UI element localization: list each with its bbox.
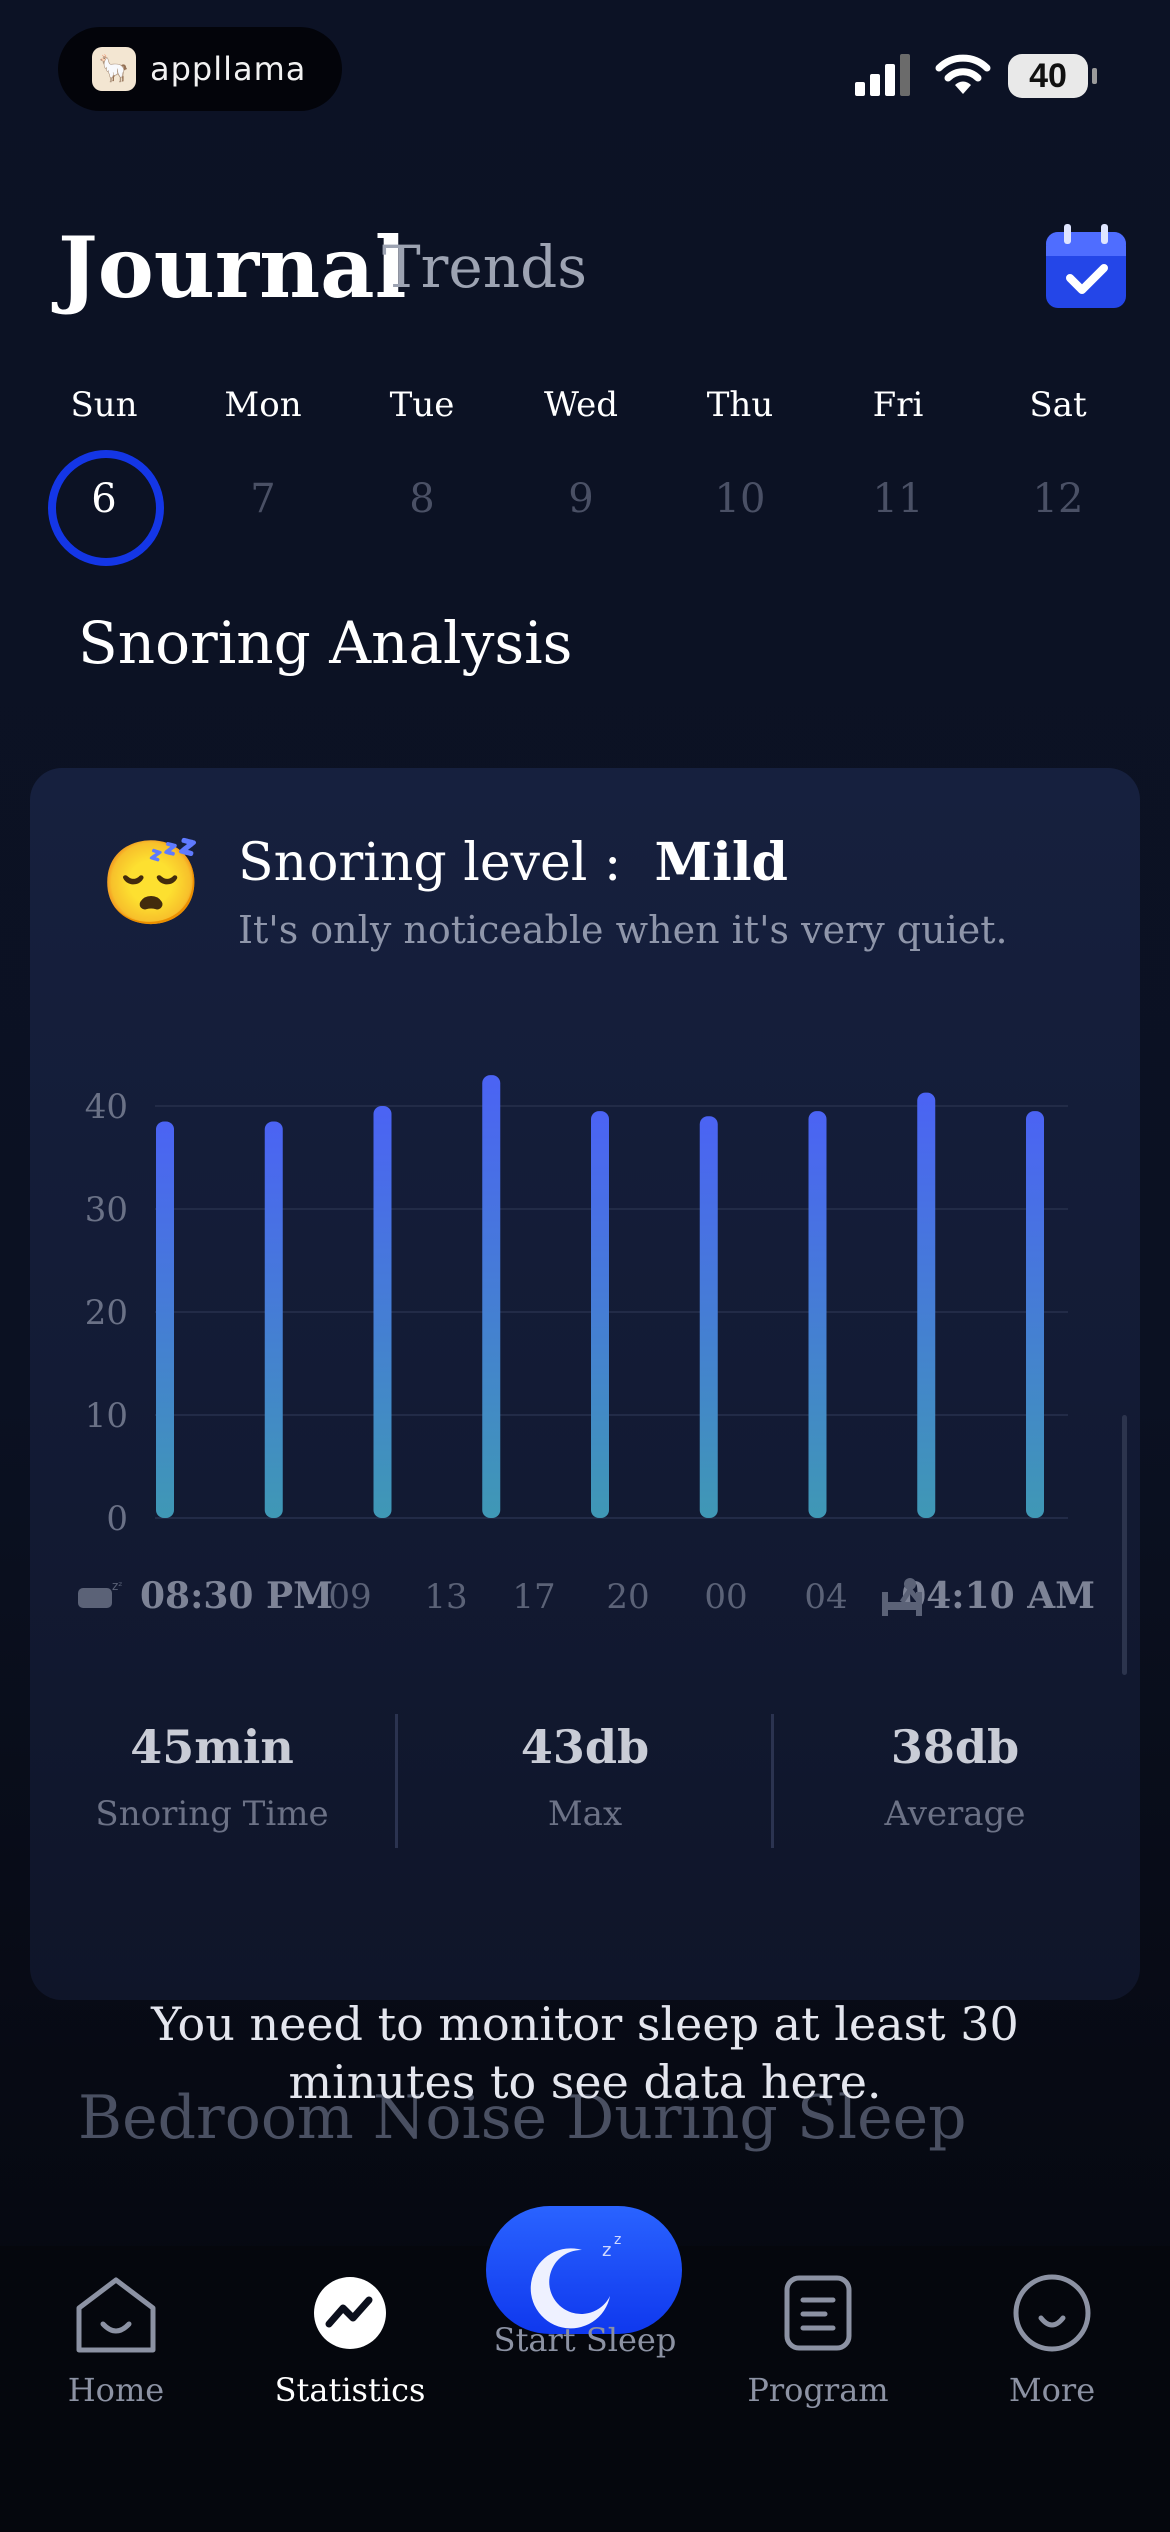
chart-bar xyxy=(264,1121,283,1518)
snoring-level: Snoring level : Mild xyxy=(238,828,788,898)
day-date: 8 xyxy=(409,476,435,522)
battery-nub xyxy=(1092,68,1097,84)
tab-label: More xyxy=(1008,2371,1096,2409)
day-date: 12 xyxy=(1032,476,1084,522)
day-sun[interactable]: Sun 6 xyxy=(44,380,164,524)
y-tick-label: 40 xyxy=(85,1087,128,1127)
stat-average: 38db Average xyxy=(785,1714,1125,1844)
tab-journal[interactable]: Journal xyxy=(58,218,407,318)
x-tick-label: 20 xyxy=(606,1577,649,1617)
day-thu[interactable]: Thu 10 xyxy=(680,380,800,524)
y-tick-label: 20 xyxy=(85,1293,128,1333)
snoring-description: It's only noticeable when it's very quie… xyxy=(238,908,1008,952)
snoring-level-value: Mild xyxy=(654,832,788,893)
app-badge: 🦙 appllama xyxy=(58,27,342,111)
y-tick-label: 30 xyxy=(85,1190,128,1230)
day-mon[interactable]: Mon 7 xyxy=(203,380,323,524)
day-tue[interactable]: Tue 8 xyxy=(362,380,482,524)
stat-value: 45min xyxy=(130,1720,294,1774)
day-label: Fri xyxy=(872,385,924,425)
scroll-indicator[interactable] xyxy=(1122,1415,1127,1675)
day-label: Mon xyxy=(224,385,302,425)
tab-label: Home xyxy=(67,2371,165,2409)
program-icon xyxy=(784,2275,852,2351)
x-tick-label: 13 xyxy=(424,1577,467,1617)
chart-bar xyxy=(917,1092,936,1518)
moon-icon: z z xyxy=(530,2232,621,2329)
stat-label: Snoring Time xyxy=(95,1794,329,1834)
y-tick-label: 0 xyxy=(106,1499,128,1539)
statistics-icon xyxy=(314,2277,386,2349)
stat-label: Max xyxy=(547,1794,623,1834)
snoring-level-label: Snoring level : xyxy=(238,833,622,893)
tab-trends[interactable]: Trends xyxy=(382,232,587,302)
stat-label: Average xyxy=(884,1794,1026,1834)
x-tick-label: 17 xyxy=(512,1577,555,1617)
day-label: Sat xyxy=(1029,385,1087,425)
calendar-check-icon[interactable] xyxy=(1044,222,1128,310)
x-tick-label: 04:10 AM xyxy=(901,1575,1095,1617)
day-fri[interactable]: Fri 11 xyxy=(838,380,958,524)
chart-bar xyxy=(808,1111,827,1518)
svg-text:z: z xyxy=(614,2232,621,2248)
start-sleep-button[interactable]: z z xyxy=(486,2206,682,2334)
day-date: 7 xyxy=(250,476,276,522)
home-icon xyxy=(76,2277,156,2353)
day-label: Wed xyxy=(543,385,619,425)
sleeping-face-icon: 😴 xyxy=(100,836,203,931)
bed-icon: zᶻ xyxy=(78,1579,123,1608)
y-tick-label: 10 xyxy=(85,1396,128,1436)
more-icon xyxy=(1013,2274,1091,2352)
stat-snoring-time: 45min Snoring Time xyxy=(42,1714,382,1844)
tab-program[interactable]: Program xyxy=(728,2268,908,2412)
chart-bar xyxy=(1026,1111,1044,1518)
x-tick-label: 00 xyxy=(704,1577,747,1617)
x-tick-label: 04 xyxy=(804,1577,847,1617)
snoring-chart: 0 10 20 30 40 08:30 PM09 13 17 20 00 04 04:10 AM z… xyxy=(78,1075,1095,1617)
section-title: Snoring Analysis xyxy=(78,609,573,677)
day-date: 11 xyxy=(872,476,924,522)
day-sat[interactable]: Sat 12 xyxy=(998,380,1118,524)
tab-statistics[interactable]: Statistics xyxy=(260,2268,440,2412)
svg-text:zᶻ: zᶻ xyxy=(112,1579,123,1593)
tab-more[interactable]: More xyxy=(962,2268,1142,2412)
tab-label: Program xyxy=(747,2371,889,2409)
tab-home[interactable]: Home xyxy=(26,2268,206,2412)
chart-bar xyxy=(373,1106,392,1518)
tab-label: Statistics xyxy=(274,2371,426,2409)
day-label: Sun xyxy=(70,385,138,425)
stat-divider xyxy=(395,1714,398,1848)
day-label: Tue xyxy=(389,385,455,425)
day-date: 10 xyxy=(714,476,766,522)
day-date: 9 xyxy=(568,476,594,522)
monitor-message: You need to monitor sleep at least 30 mi… xyxy=(151,1997,1019,2109)
chart-bar xyxy=(482,1075,501,1518)
chart-bar xyxy=(699,1116,718,1518)
wifi-icon xyxy=(935,54,991,94)
x-tick-label: 08:30 PM xyxy=(140,1575,333,1617)
stat-value: 43db xyxy=(520,1720,650,1774)
stat-divider xyxy=(771,1714,774,1848)
day-label: Thu xyxy=(706,385,774,425)
x-tick-label: 09 xyxy=(328,1577,371,1617)
start-sleep-label: Start Sleep xyxy=(493,2321,677,2359)
chart-bar xyxy=(591,1111,609,1518)
svg-text:z: z xyxy=(602,2240,611,2261)
stat-value: 38db xyxy=(890,1720,1020,1774)
chart-bar xyxy=(156,1121,174,1518)
cellular-signal-icon xyxy=(855,54,910,96)
llama-logo-icon: 🦙 xyxy=(92,47,136,91)
stat-max: 43db Max xyxy=(415,1714,755,1844)
day-date: 6 xyxy=(91,476,117,522)
battery-indicator: 40 xyxy=(1008,54,1088,98)
brand-name: appllama xyxy=(150,50,307,88)
battery-level: 40 xyxy=(1029,56,1067,95)
day-wed[interactable]: Wed 9 xyxy=(521,380,641,524)
